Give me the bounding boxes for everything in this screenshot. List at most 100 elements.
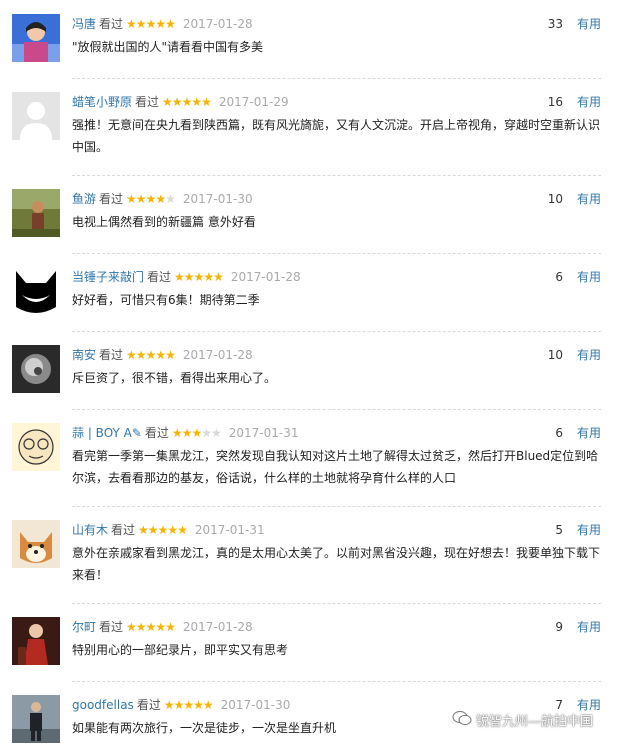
- star-icon: ★: [203, 270, 214, 284]
- username-link[interactable]: 山有木: [72, 523, 108, 537]
- star-icon: ★: [145, 348, 157, 362]
- star-icon: ★: [135, 620, 147, 634]
- review-meta: 蒜 | BOY A✎ 看过 ★★★★★ 2017-01-31: [72, 423, 299, 443]
- review-divider: [72, 175, 601, 176]
- vote-area: 5 有用: [555, 520, 601, 540]
- vote-count: 10: [547, 348, 563, 362]
- review-divider: [72, 78, 601, 79]
- rating-stars: ★★★★★: [164, 698, 214, 712]
- watermark: 锐智九州—航拍中国: [452, 710, 593, 732]
- star-icon: ★: [173, 698, 185, 712]
- star-icon: ★: [171, 426, 183, 440]
- watched-status: 看过: [147, 270, 172, 284]
- username-link[interactable]: 鱼游: [72, 192, 96, 206]
- star-icon: ★: [193, 270, 205, 284]
- watched-status: 看过: [111, 523, 136, 537]
- star-icon: ★: [135, 192, 147, 206]
- vote-count: 10: [547, 192, 563, 206]
- username-link[interactable]: 冯唐: [72, 17, 96, 31]
- vote-area: 6 有用: [555, 423, 601, 443]
- useful-button[interactable]: 有用: [577, 348, 601, 362]
- review-meta: 山有木 看过 ★★★★★ 2017-01-31: [72, 520, 265, 540]
- star-icon: ★: [165, 192, 176, 206]
- review-divider: [72, 681, 601, 682]
- vote-count: 5: [555, 523, 563, 537]
- star-icon: ★: [155, 348, 166, 362]
- star-icon: ★: [201, 426, 212, 440]
- review-date: 2017-01-28: [182, 348, 253, 362]
- star-icon: ★: [183, 270, 195, 284]
- review-meta: 尔町 看过 ★★★★★ 2017-01-28: [72, 617, 253, 637]
- username-link[interactable]: 蜡笔小野原: [72, 95, 132, 109]
- rating-stars: ★★★★★: [126, 620, 176, 634]
- star-icon: ★: [177, 523, 188, 537]
- useful-button[interactable]: 有用: [577, 620, 601, 634]
- useful-button[interactable]: 有用: [577, 426, 601, 440]
- watched-status: 看过: [135, 95, 160, 109]
- default-user-avatar[interactable]: [12, 92, 60, 140]
- star-icon: ★: [202, 698, 214, 712]
- star-icon: ★: [145, 17, 157, 31]
- star-icon: ★: [126, 192, 137, 206]
- cat-grin-avatar[interactable]: [12, 267, 60, 315]
- star-icon: ★: [145, 192, 157, 206]
- star-icon: ★: [126, 348, 137, 362]
- useful-button[interactable]: 有用: [577, 270, 601, 284]
- review-date: 2017-01-31: [194, 523, 265, 537]
- useful-button[interactable]: 有用: [577, 523, 601, 537]
- red-figure-avatar[interactable]: [12, 617, 60, 665]
- star-icon: ★: [126, 17, 137, 31]
- star-icon: ★: [126, 620, 137, 634]
- vote-count: 6: [555, 270, 563, 284]
- review-date: 2017-01-29: [218, 95, 289, 109]
- username-link[interactable]: goodfellas: [72, 698, 134, 712]
- star-icon: ★: [145, 620, 157, 634]
- person-portrait-avatar[interactable]: [12, 14, 60, 62]
- star-icon: ★: [213, 270, 224, 284]
- vote-area: 16 有用: [548, 92, 601, 112]
- username-link[interactable]: 尔町: [72, 620, 96, 634]
- star-icon: ★: [135, 17, 147, 31]
- watched-status: 看过: [144, 426, 169, 440]
- review-meta: 当锤子来敲门 看过 ★★★★★ 2017-01-28: [72, 267, 301, 287]
- star-icon: ★: [210, 426, 222, 440]
- watched-status: 看过: [99, 17, 124, 31]
- review-text: 意外在亲戚家看到黑龙江，真的是太用心太美了。以前对黑省没兴趣，现在好想去！我要单…: [72, 546, 601, 582]
- review-meta: 蜡笔小野原 看过 ★★★★★ 2017-01-29: [72, 92, 289, 112]
- star-icon: ★: [155, 192, 166, 206]
- review-meta: 鱼游 看过 ★★★★★ 2017-01-30: [72, 189, 253, 209]
- standing-man-avatar[interactable]: [12, 695, 60, 743]
- vote-count: 16: [547, 95, 563, 109]
- cartoon-glasses-avatar[interactable]: [12, 423, 60, 471]
- review-meta: 南安 看过 ★★★★★ 2017-01-28: [72, 345, 253, 365]
- rating-stars: ★★★★★: [174, 270, 224, 284]
- star-icon: ★: [135, 348, 147, 362]
- rating-stars: ★★★★★: [138, 523, 188, 537]
- watched-status: 看过: [99, 620, 124, 634]
- review-date: 2017-01-30: [220, 698, 291, 712]
- useful-button[interactable]: 有用: [577, 95, 601, 109]
- nature-photo-avatar[interactable]: [12, 189, 60, 237]
- review-text: 斥巨资了，很不错，看得出来用心了。: [72, 371, 277, 385]
- review-divider: [72, 331, 601, 332]
- review-date: 2017-01-30: [182, 192, 253, 206]
- star-icon: ★: [157, 523, 169, 537]
- vote-area: 9 有用: [555, 617, 601, 637]
- username-link[interactable]: 当锤子来敲门: [72, 270, 144, 284]
- star-icon: ★: [165, 348, 176, 362]
- review-divider: [72, 253, 601, 254]
- useful-button[interactable]: 有用: [577, 192, 601, 206]
- shiba-dog-avatar[interactable]: [12, 520, 60, 568]
- review-text: 特别用心的一部纪录片，即平实又有思考: [72, 643, 289, 657]
- star-icon: ★: [165, 17, 176, 31]
- dark-abstract-avatar[interactable]: [12, 345, 60, 393]
- watched-status: 看过: [99, 192, 124, 206]
- username-link[interactable]: 南安: [72, 348, 96, 362]
- review-divider: [72, 409, 601, 410]
- star-icon: ★: [147, 523, 159, 537]
- useful-button[interactable]: 有用: [577, 17, 601, 31]
- review-meta: goodfellas 看过 ★★★★★ 2017-01-30: [72, 695, 290, 715]
- vote-count: 6: [555, 426, 563, 440]
- review-meta: 冯唐 看过 ★★★★★ 2017-01-28: [72, 14, 253, 34]
- username-link[interactable]: 蒜 | BOY A✎: [72, 426, 142, 440]
